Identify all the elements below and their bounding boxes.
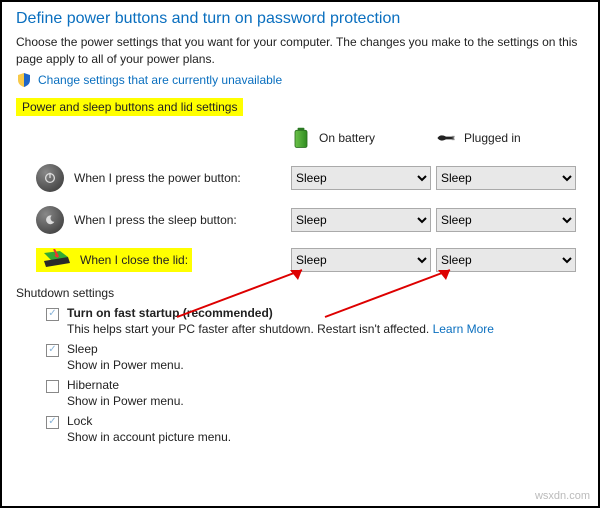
power-icon — [36, 164, 64, 192]
fast-startup-label: Turn on fast startup (recommended) — [67, 306, 273, 320]
column-plugged-in: Plugged in — [464, 131, 521, 145]
hibernate-checkbox-desc: Show in Power menu. — [67, 394, 184, 408]
fast-startup-desc: This helps start your PC faster after sh… — [67, 322, 433, 336]
fast-startup-checkbox[interactable]: ✓ — [46, 308, 59, 321]
power-button-label: When I press the power button: — [74, 171, 241, 185]
power-button-on-battery-select[interactable]: Sleep — [291, 166, 431, 190]
battery-icon — [291, 126, 311, 150]
change-settings-link[interactable]: Change settings that are currently unava… — [38, 73, 282, 87]
hibernate-checkbox[interactable] — [46, 380, 59, 393]
column-on-battery: On battery — [319, 131, 375, 145]
lock-checkbox[interactable]: ✓ — [46, 416, 59, 429]
lock-checkbox-label: Lock — [67, 414, 231, 428]
lock-checkbox-desc: Show in account picture menu. — [67, 430, 231, 444]
intro-text: Choose the power settings that you want … — [16, 34, 584, 68]
laptop-lid-icon — [40, 249, 72, 271]
close-lid-label: When I close the lid: — [80, 253, 188, 267]
section-power-sleep-lid: Power and sleep buttons and lid settings — [16, 98, 243, 116]
sleep-checkbox-desc: Show in Power menu. — [67, 358, 184, 372]
hibernate-checkbox-label: Hibernate — [67, 378, 184, 392]
sleep-button-plugged-in-select[interactable]: Sleep — [436, 208, 576, 232]
sleep-checkbox[interactable]: ✓ — [46, 344, 59, 357]
page-title: Define power buttons and turn on passwor… — [16, 10, 584, 28]
learn-more-link[interactable]: Learn More — [433, 322, 494, 336]
watermark: wsxdn.com — [535, 490, 590, 502]
shield-icon — [16, 72, 32, 88]
sleep-button-label: When I press the sleep button: — [74, 213, 237, 227]
close-lid-plugged-in-select[interactable]: Sleep — [436, 248, 576, 272]
shutdown-settings-heading: Shutdown settings — [16, 286, 584, 300]
close-lid-on-battery-select[interactable]: Sleep — [291, 248, 431, 272]
plug-icon — [436, 126, 456, 150]
moon-icon — [36, 206, 64, 234]
sleep-button-on-battery-select[interactable]: Sleep — [291, 208, 431, 232]
power-button-plugged-in-select[interactable]: Sleep — [436, 166, 576, 190]
sleep-checkbox-label: Sleep — [67, 342, 184, 356]
